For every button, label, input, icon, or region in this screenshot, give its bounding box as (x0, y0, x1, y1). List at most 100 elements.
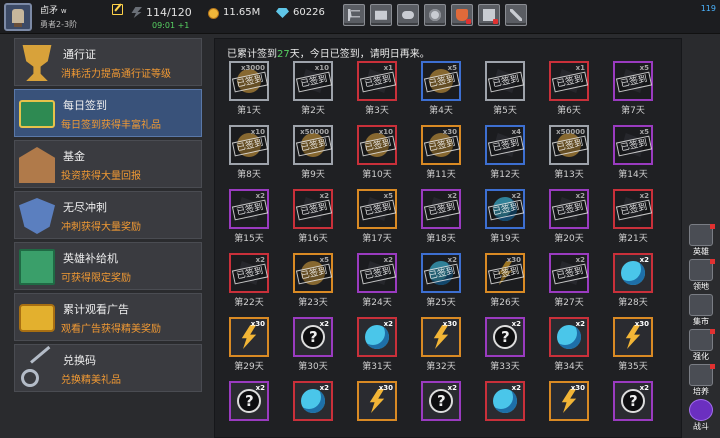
signin-day-cell[interactable]: x30 (549, 381, 589, 437)
signin-day-cell[interactable]: x10 已签到 第2天 (293, 61, 333, 117)
settings-button[interactable] (424, 4, 446, 26)
gamepad-button[interactable] (397, 4, 419, 26)
signin-day-cell[interactable]: x2 第30天 (293, 317, 333, 373)
signin-day-cell[interactable]: x2 第33天 (485, 317, 525, 373)
signin-day-cell[interactable]: x5 已签到 第7天 (613, 61, 653, 117)
reward-slot: x2 (549, 317, 589, 357)
nav-button-hero[interactable]: 英雄 (686, 224, 716, 258)
signin-day-cell[interactable]: x50000 已签到 第9天 (293, 125, 333, 181)
signin-day-cell[interactable]: x10 已签到 第10天 (357, 125, 397, 181)
signin-day-cell[interactable]: x2 已签到 第18天 (421, 189, 461, 245)
signin-day-cell[interactable]: x4 已签到 第12天 (485, 125, 525, 181)
menu-item-desc: 冲刺获得大量奖励 (61, 222, 141, 233)
signin-day-cell[interactable]: x2 已签到 第24天 (357, 253, 397, 309)
signin-day-cell[interactable]: x50000 已签到 第13天 (549, 125, 589, 181)
signin-day-cell[interactable]: x2 (613, 381, 653, 437)
signin-day-cell[interactable]: x3000 已签到 第1天 (229, 61, 269, 117)
signin-day-cell[interactable]: x2 已签到 第25天 (421, 253, 461, 309)
signin-day-cell[interactable]: x2 第31天 (357, 317, 397, 373)
day-label: 第28天 (618, 298, 648, 308)
day-label: 第31天 (362, 362, 392, 372)
battle-button[interactable] (505, 4, 527, 26)
reward-slot: x2 已签到 (421, 189, 461, 229)
menu-item-redeem-code[interactable]: 兑换码 兑换精美礼品 (14, 344, 202, 392)
signin-day-cell[interactable]: x2 已签到 第19天 (485, 189, 525, 245)
signin-day-cell[interactable]: x2 (421, 381, 461, 437)
activity-menu: 通行证 消耗活力提高通行证等级 每日签到 每日签到获得丰富礼品 基金 投资获得大… (14, 38, 202, 395)
reward-slot: x2 已签到 (293, 189, 333, 229)
chest-icon (19, 100, 55, 128)
menu-item-daily-signin[interactable]: 每日签到 每日签到获得丰富礼品 (14, 89, 202, 137)
signin-day-cell[interactable]: x1 已签到 第6天 (549, 61, 589, 117)
signin-day-cell[interactable]: x30 已签到 第11天 (421, 125, 461, 181)
bag-button[interactable] (451, 4, 473, 26)
reward-slot: x30 (357, 381, 397, 421)
day-label: 第5天 (493, 106, 517, 116)
menu-item-endless-sprint[interactable]: 无尽冲刺 冲刺获得大量奖励 (14, 191, 202, 239)
signin-day-cell[interactable]: x2 已签到 第20天 (549, 189, 589, 245)
signin-day-cell[interactable]: x2 第28天 (613, 253, 653, 309)
menu-item-hero-supply[interactable]: 英雄补给机 可获得限定奖励 (14, 242, 202, 290)
signin-day-cell[interactable]: x30 (357, 381, 397, 437)
nav-button-label: 战斗 (693, 422, 709, 431)
signin-day-cell[interactable]: x10 已签到 第8天 (229, 125, 269, 181)
notification-dot (710, 329, 715, 334)
signin-day-cell[interactable]: x2 (485, 381, 525, 437)
energy-icon (131, 7, 142, 18)
nav-button-territory[interactable]: 领地 (686, 259, 716, 293)
edit-icon[interactable] (112, 4, 123, 15)
day-label: 第19天 (490, 234, 520, 244)
day-label: 第8天 (237, 170, 261, 180)
signin-day-cell[interactable]: x5 已签到 第14天 (613, 125, 653, 181)
day-label: 第21天 (618, 234, 648, 244)
signin-day-cell[interactable]: x2 已签到 第27天 (549, 253, 589, 309)
signin-day-cell[interactable]: x30 第35天 (613, 317, 653, 373)
menu-item-pass[interactable]: 通行证 消耗活力提高通行证等级 (14, 38, 202, 86)
signin-day-cell[interactable]: x2 第34天 (549, 317, 589, 373)
signin-day-cell[interactable]: x30 已签到 第26天 (485, 253, 525, 309)
supply-machine-icon (19, 249, 55, 285)
mail-button[interactable] (370, 4, 392, 26)
nav-button-market[interactable]: 集市 (686, 294, 716, 328)
game-screen: 卣矛 w 勇者2-3阶 114/120 09:01 +1 11.65M 6022… (0, 0, 720, 438)
coin-value: 11.65M (223, 7, 261, 18)
nav-button-label: 集市 (693, 317, 709, 326)
nav-button-battle[interactable]: 战斗 (686, 399, 716, 433)
signin-day-cell[interactable]: 已签到 第5天 (485, 61, 525, 117)
book-button[interactable] (478, 4, 500, 26)
reward-quantity: x2 (639, 384, 649, 392)
nav-button-label: 培养 (693, 387, 709, 396)
signin-day-cell[interactable]: x2 已签到 第16天 (293, 189, 333, 245)
player-rank: 勇者2-3阶 (40, 20, 78, 29)
day-label: 第2天 (301, 106, 325, 116)
signin-day-cell[interactable]: x2 已签到 第22天 (229, 253, 269, 309)
signin-day-cell[interactable]: x2 (229, 381, 269, 437)
signin-day-cell[interactable]: x1 已签到 第3天 (357, 61, 397, 117)
nav-button-enhance[interactable]: 强化 (686, 329, 716, 363)
gem-icon (276, 8, 289, 18)
signin-day-cell[interactable]: x2 已签到 第15天 (229, 189, 269, 245)
signin-day-cell[interactable]: x30 第32天 (421, 317, 461, 373)
shop-button[interactable] (343, 4, 365, 26)
signin-day-cell[interactable]: x2 已签到 第21天 (613, 189, 653, 245)
menu-item-desc: 兑换精美礼品 (61, 375, 121, 386)
signin-day-cell[interactable]: x5 已签到 第23天 (293, 253, 333, 309)
signin-day-cell[interactable]: x5 已签到 第17天 (357, 189, 397, 245)
menu-item-title: 兑换码 (63, 354, 96, 367)
menu-item-watch-ads[interactable]: 累计观看广告 观看广告获得精美奖励 (14, 293, 202, 341)
reward-slot: x50000 已签到 (549, 125, 589, 165)
orb-icon (365, 325, 389, 349)
menu-item-title: 每日签到 (63, 99, 107, 112)
reward-slot: x30 (421, 317, 461, 357)
reward-quantity: x30 (250, 320, 265, 328)
reward-slot: x30 (613, 317, 653, 357)
player-avatar[interactable] (4, 3, 32, 31)
signin-day-cell[interactable]: x5 已签到 第4天 (421, 61, 461, 117)
reward-slot: x5 已签到 (357, 189, 397, 229)
gem-value: 60226 (293, 7, 325, 18)
menu-item-fund[interactable]: 基金 投资获得大量回报 (14, 140, 202, 188)
day-label: 第15天 (234, 234, 264, 244)
nav-button-train[interactable]: 培养 (686, 364, 716, 398)
signin-day-cell[interactable]: x30 第29天 (229, 317, 269, 373)
signin-day-cell[interactable]: x2 (293, 381, 333, 437)
